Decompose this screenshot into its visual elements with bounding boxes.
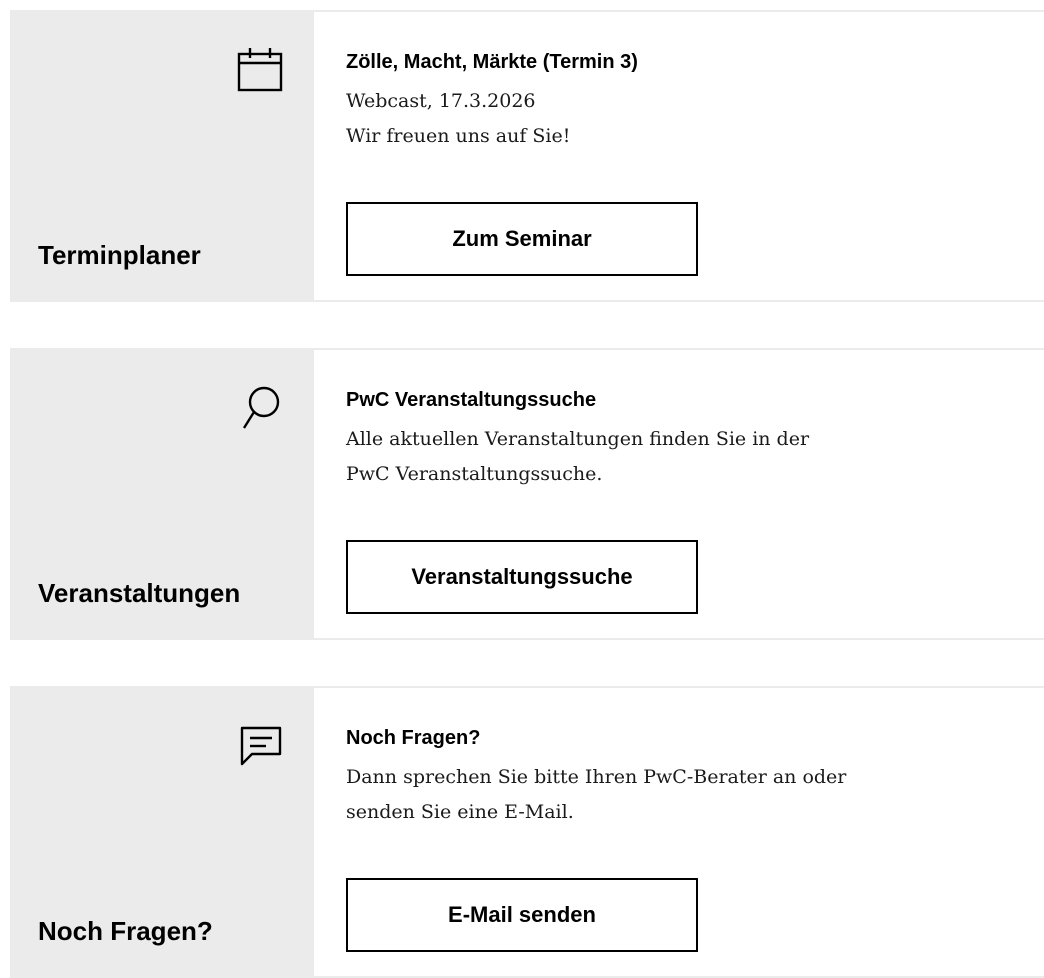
card-sidebar: Veranstaltungen bbox=[10, 350, 314, 638]
search-icon bbox=[236, 384, 284, 432]
card-text-line: Webcast, 17.3.2026 bbox=[346, 90, 536, 112]
noch-fragen-card: Noch Fragen? Noch Fragen? Dann sprechen … bbox=[10, 686, 1044, 978]
card-text-line: Wir freuen uns auf Sie! bbox=[346, 125, 571, 147]
card-sidebar: Noch Fragen? bbox=[10, 688, 314, 976]
email-senden-button[interactable]: E-Mail senden bbox=[346, 878, 698, 952]
side-label-noch-fragen: Noch Fragen? bbox=[38, 916, 213, 946]
card-body: Zölle, Macht, Märkte (Termin 3) Webcast,… bbox=[314, 12, 1044, 300]
card-text-line: PwC Veranstaltungssuche. bbox=[346, 463, 603, 485]
calendar-icon bbox=[236, 46, 284, 94]
card-title: Noch Fragen? bbox=[346, 727, 481, 749]
terminplaner-card: Terminplaner Zölle, Macht, Märkte (Termi… bbox=[10, 10, 1044, 302]
card-text-line: senden Sie eine E-Mail. bbox=[346, 801, 574, 823]
zum-seminar-button[interactable]: Zum Seminar bbox=[346, 202, 698, 276]
card-body: Noch Fragen? Dann sprechen Sie bitte Ihr… bbox=[314, 688, 1044, 976]
card-text-line: Alle aktuellen Veranstaltungen finden Si… bbox=[346, 428, 810, 450]
side-label-terminplaner: Terminplaner bbox=[38, 240, 201, 270]
veranstaltungssuche-button[interactable]: Veranstaltungssuche bbox=[346, 540, 698, 614]
card-body: PwC Veranstaltungssuche Alle aktuellen V… bbox=[314, 350, 1044, 638]
card-text-line: Dann sprechen Sie bitte Ihren PwC-Berate… bbox=[346, 766, 847, 788]
card-title: Zölle, Macht, Märkte (Termin 3) bbox=[346, 51, 638, 73]
card-title: PwC Veranstaltungssuche bbox=[346, 389, 597, 411]
chat-icon bbox=[236, 722, 284, 770]
card-sidebar: Terminplaner bbox=[10, 12, 314, 300]
veranstaltungen-card: Veranstaltungen PwC Veranstaltungssuche … bbox=[10, 348, 1044, 640]
side-label-veranstaltungen: Veranstaltungen bbox=[38, 578, 241, 608]
